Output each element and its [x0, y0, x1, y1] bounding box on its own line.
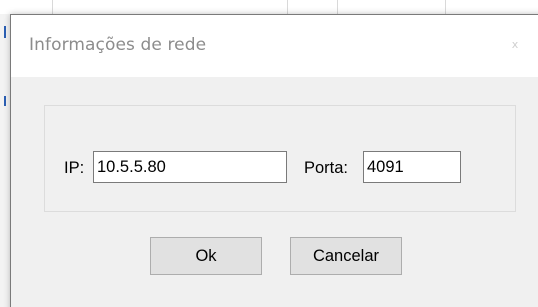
dialog-titlebar[interactable]: Informações de rede x — [11, 15, 538, 77]
background-column-divider — [337, 0, 338, 14]
background-app-edge — [0, 14, 10, 307]
port-input[interactable]: 4091 — [363, 151, 461, 183]
background-marker — [4, 26, 6, 38]
network-info-dialog: Informações de rede x IP: 10.5.5.80 Port… — [10, 14, 538, 307]
screen: Informações de rede x IP: 10.5.5.80 Port… — [0, 0, 538, 307]
background-column-divider — [52, 0, 53, 14]
background-app-header — [0, 0, 538, 15]
port-label: Porta: — [304, 159, 349, 177]
background-column-divider — [287, 0, 288, 14]
ip-label: IP: — [64, 159, 85, 177]
background-column-divider — [445, 0, 446, 14]
close-icon[interactable]: x — [503, 33, 527, 57]
dialog-title: Informações de rede — [29, 35, 207, 55]
cancel-button[interactable]: Cancelar — [290, 237, 402, 275]
ok-button[interactable]: Ok — [150, 237, 262, 275]
background-marker — [4, 96, 6, 106]
ip-input[interactable]: 10.5.5.80 — [93, 151, 287, 183]
